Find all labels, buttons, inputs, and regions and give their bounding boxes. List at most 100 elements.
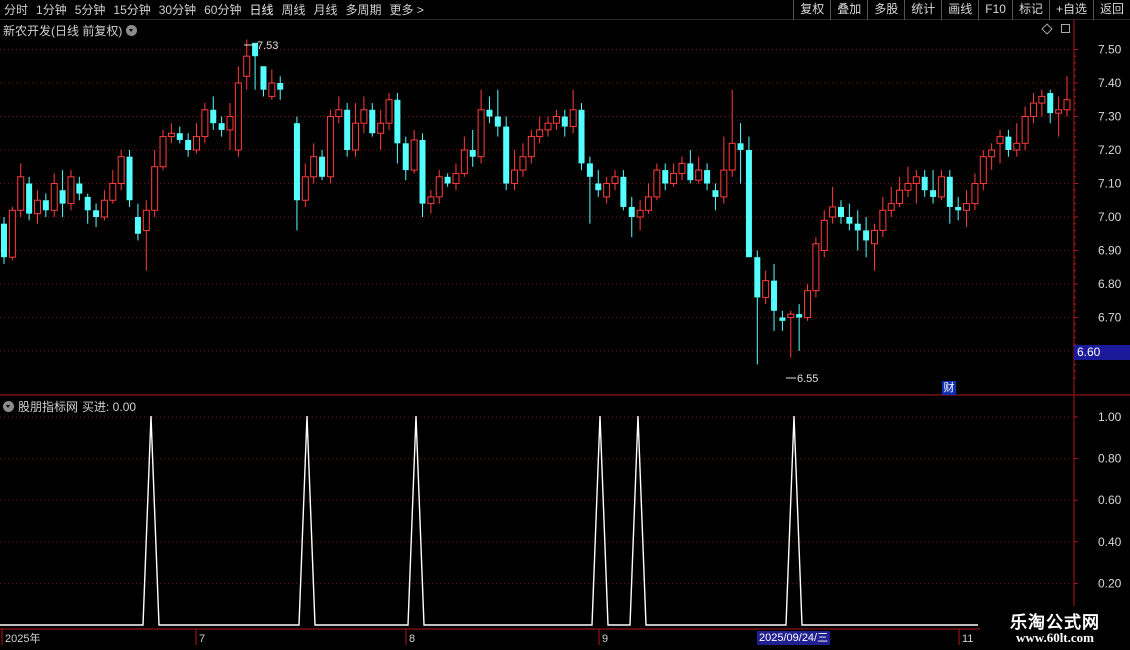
candle-body (142, 209, 150, 231)
candle (552, 109, 560, 130)
candle-body (486, 109, 493, 117)
candle-body (544, 122, 552, 131)
candle (444, 173, 451, 187)
candle (1063, 76, 1071, 117)
toolbar-button-6[interactable]: 标记 (1011, 0, 1049, 20)
buy-signal-series (0, 415, 978, 626)
toolbar-button-0[interactable]: 复权 (793, 0, 830, 20)
candle-body (796, 314, 803, 318)
candle-body (402, 143, 409, 171)
candle (1, 217, 7, 264)
candle (804, 284, 812, 321)
candle-body (578, 109, 585, 164)
square-icon[interactable] (1061, 24, 1070, 33)
candle-body (536, 129, 544, 138)
candle (84, 193, 91, 224)
period-tab-5[interactable]: 60分钟 (200, 0, 245, 20)
toolbar-button-8[interactable]: 返回 (1092, 0, 1130, 20)
toolbar-button-5[interactable]: F10 (978, 0, 1012, 20)
candle (277, 76, 284, 100)
candle (503, 116, 510, 191)
indicator-dropdown-icon[interactable] (3, 401, 14, 412)
candle-body (829, 206, 837, 218)
candle (712, 183, 719, 211)
period-tab-9[interactable]: 多周期 (342, 0, 386, 20)
indicator-tick-label: 0.40 (1098, 535, 1122, 549)
period-tab-0[interactable]: 分时 (0, 0, 32, 20)
period-tab-4[interactable]: 30分钟 (155, 0, 200, 20)
candle (812, 237, 820, 298)
candle (937, 170, 945, 201)
candle (511, 150, 519, 191)
period-tab-10[interactable]: 更多 > (386, 0, 428, 20)
candle (100, 190, 108, 221)
period-tab-2[interactable]: 5分钟 (71, 0, 110, 20)
toolbar-button-2[interactable]: 多股 (867, 0, 904, 20)
candle (193, 123, 201, 154)
candle (126, 150, 133, 207)
price-tick-label: 7.50 (1098, 43, 1122, 57)
candle (930, 170, 937, 204)
candle (42, 193, 49, 217)
candle-body (771, 280, 778, 311)
period-tab-7[interactable]: 周线 (277, 0, 309, 20)
candle-body (427, 196, 435, 205)
candle-body (779, 317, 786, 321)
candle-body (243, 55, 251, 77)
period-tab-3[interactable]: 15分钟 (109, 0, 154, 20)
finance-icon[interactable]: 财 (942, 381, 956, 395)
indicator-title: 股朋指标网 买进: 0.00 (3, 398, 136, 415)
candle (134, 203, 141, 241)
date-label: 2025年 (5, 631, 40, 645)
candle (218, 116, 225, 137)
candle (687, 150, 694, 184)
candle (1047, 89, 1054, 124)
dropdown-circle-icon[interactable] (126, 25, 138, 36)
candle (762, 270, 770, 305)
candle (486, 96, 493, 124)
candle-body (695, 169, 703, 181)
date-label: 7 (199, 633, 205, 645)
candle-body (352, 122, 360, 151)
candle (176, 126, 183, 144)
candle (820, 210, 828, 258)
candle (946, 170, 953, 224)
candle-body (569, 109, 577, 128)
candle-body (76, 183, 83, 194)
toolbar-button-4[interactable]: 画线 (941, 0, 978, 20)
period-tab-8[interactable]: 月线 (310, 0, 342, 20)
candle (260, 66, 267, 97)
indicator-tick-label: 0.60 (1098, 493, 1122, 507)
date-label: 8 (409, 633, 415, 645)
chart-canvas[interactable]: 6.70 6.80 6.90 7.00 7.10 7.20 7.30 7.40 7.50 0.20… (0, 0, 1130, 650)
indicator-tick-label: 1.00 (1098, 410, 1122, 424)
candle (352, 103, 360, 157)
candle-body (595, 183, 602, 191)
toolbar-button-7[interactable]: +自选 (1048, 0, 1093, 20)
candle-body (134, 217, 141, 234)
candle-body (896, 189, 904, 205)
period-tab-1[interactable]: 1分钟 (32, 0, 71, 20)
candle (167, 123, 175, 144)
toolbar-button-3[interactable]: 统计 (904, 0, 941, 20)
price-tick-label: 7.00 (1098, 210, 1122, 224)
candle (870, 223, 878, 271)
candle-body (804, 290, 812, 319)
candle (1013, 123, 1021, 157)
candle-body (410, 139, 418, 171)
candle (8, 206, 16, 261)
candle-body (1047, 93, 1054, 114)
candle (879, 196, 887, 238)
candle (921, 170, 928, 197)
cursor-date-label: 2025/09/24/三 (757, 631, 831, 645)
candle (93, 203, 100, 228)
candle-body (687, 163, 694, 181)
candle-body (59, 190, 66, 204)
candle (628, 196, 635, 238)
candle-body (503, 126, 510, 184)
indicator-tick-label: 0.80 (1098, 452, 1122, 466)
candle-body (678, 162, 686, 174)
period-tab-6[interactable]: 日线 (245, 0, 277, 20)
candle (854, 210, 861, 251)
toolbar-button-1[interactable]: 叠加 (830, 0, 867, 20)
